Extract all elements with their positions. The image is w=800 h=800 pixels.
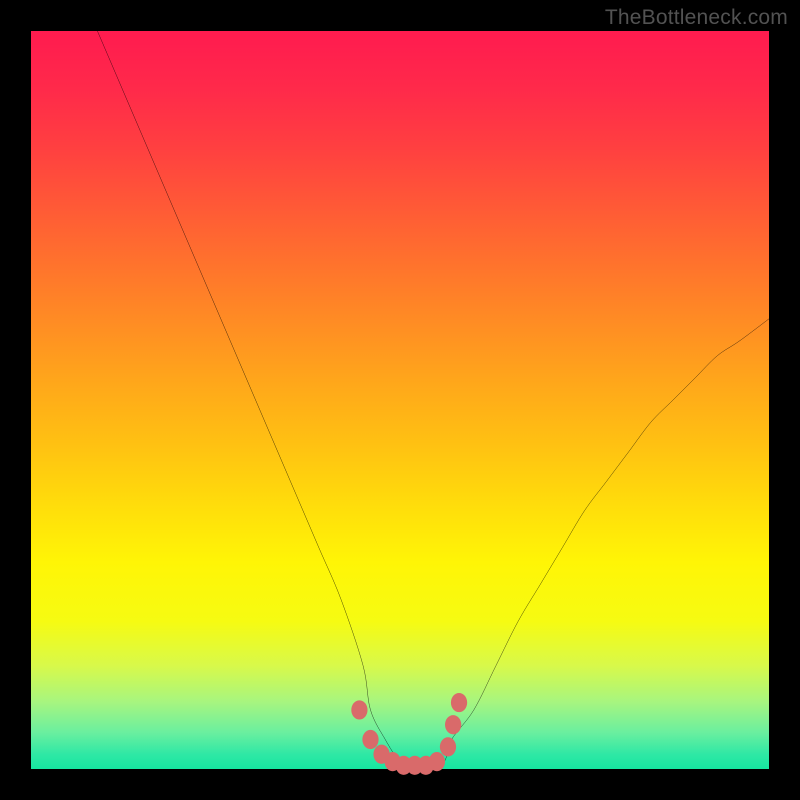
marker-dot xyxy=(351,700,367,719)
attribution-text: TheBottleneck.com xyxy=(605,6,788,30)
marker-layer xyxy=(31,31,769,769)
plot-area xyxy=(31,31,769,769)
marker-dot xyxy=(429,752,445,771)
chart-frame: TheBottleneck.com xyxy=(0,0,800,800)
marker-dot xyxy=(440,737,456,756)
marker-dot xyxy=(451,693,467,712)
marker-dot xyxy=(362,730,378,749)
highlight-markers xyxy=(351,693,467,775)
marker-dot xyxy=(445,715,461,734)
